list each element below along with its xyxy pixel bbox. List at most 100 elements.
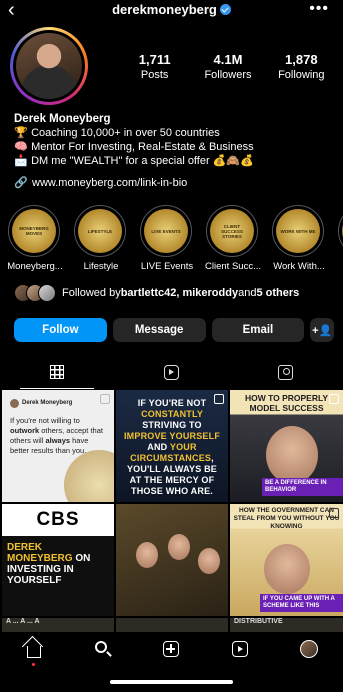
email-button[interactable]: Email bbox=[211, 318, 305, 342]
post-tile[interactable]: HOW TO PROPERLY MODEL SUCCESS BE A DIFFE… bbox=[230, 390, 343, 502]
inbox-icon: 📩 bbox=[14, 155, 28, 167]
grid-icon bbox=[50, 365, 65, 379]
posts-grid: Derek Moneyberg If you're not willing to… bbox=[2, 390, 343, 616]
highlight-work-with-me[interactable]: WORK WITH ME Work With... bbox=[272, 205, 325, 272]
person-image bbox=[198, 548, 220, 574]
post-caption: BE A DIFFERENCE IN BEHAVIOR bbox=[262, 478, 343, 496]
search-icon bbox=[94, 641, 107, 653]
bio-line: 🏆 Coaching 10,000+ in over 50 countries bbox=[14, 126, 334, 140]
follow-button[interactable]: Follow bbox=[14, 318, 107, 342]
highlight-moneyberg[interactable]: MONEYBERG MOVES Moneyberg... bbox=[7, 205, 63, 272]
highlight-lifestyle[interactable]: LIFESTYLE Lifestyle bbox=[74, 205, 127, 272]
tab-tagged[interactable] bbox=[229, 358, 343, 386]
story-highlights: MONEYBERG MOVES Moneyberg... LIFESTYLE L… bbox=[7, 205, 343, 272]
post-tile[interactable]: HOW THE GOVERNMENT CAN STEAL FROM YOU WI… bbox=[230, 504, 343, 616]
stat-followers-label: Followers bbox=[204, 69, 252, 81]
highlight-cover: LIVE EVENTS bbox=[144, 209, 188, 253]
followed-by-names: bartlettc42, mikeroddy bbox=[120, 287, 239, 299]
add-person-icon[interactable]: +👤 bbox=[310, 318, 334, 342]
tagged-icon bbox=[278, 364, 294, 380]
post-text: AND bbox=[147, 442, 170, 452]
stat-following[interactable]: 1,878 Following bbox=[265, 52, 338, 81]
person-image bbox=[168, 534, 190, 560]
profile-avatar[interactable] bbox=[10, 27, 88, 105]
stat-following-value: 1,878 bbox=[285, 52, 318, 67]
display-name: Derek Moneyberg bbox=[14, 113, 111, 125]
post-tile[interactable] bbox=[116, 504, 228, 616]
highlight-label: Client Succ... bbox=[205, 261, 261, 272]
post-headline: HOW THE GOVERNMENT CAN STEAL FROM YOU WI… bbox=[233, 507, 340, 530]
post-caption: IF YOU CAME UP WITH A SCHEME LIKE THIS bbox=[260, 594, 343, 612]
profile-tabs bbox=[0, 358, 343, 389]
followed-by-others: 5 others bbox=[256, 287, 300, 299]
highlight-cover: CLIENT SUCCESS STORIES bbox=[210, 209, 254, 253]
stat-posts[interactable]: 1,711 Posts bbox=[118, 52, 191, 81]
cbs-logo: CBS bbox=[2, 504, 114, 536]
profile-actions: Follow Message Email +👤 bbox=[14, 318, 334, 342]
post-text-highlight: CONSTANTLY bbox=[141, 409, 203, 419]
tab-posts[interactable] bbox=[0, 358, 114, 389]
nav-profile[interactable] bbox=[298, 638, 320, 660]
profile-bio: Derek Moneyberg 🏆 Coaching 10,000+ in ov… bbox=[14, 112, 334, 190]
followed-by[interactable]: Followed by bartlettc42, mikeroddy and 5… bbox=[14, 284, 334, 302]
post-tile-peek[interactable]: A ... A ... A bbox=[2, 618, 114, 632]
profile-username: derekmoneyberg bbox=[0, 2, 343, 17]
highlight-label: Lifestyle bbox=[83, 261, 119, 272]
reel-badge-icon bbox=[329, 394, 339, 404]
coin-graphic bbox=[64, 450, 114, 502]
post-headline: HOW TO PROPERLY MODEL SUCCESS bbox=[244, 393, 329, 413]
stat-following-label: Following bbox=[278, 69, 325, 81]
brain-icon: 🧠 bbox=[14, 141, 28, 153]
reel-badge-icon bbox=[100, 394, 110, 404]
link-icon: 🔗 bbox=[14, 177, 28, 189]
highlight-client-success[interactable]: CLIENT SUCCESS STORIES Client Succ... bbox=[205, 205, 261, 272]
quote-bold: outwork bbox=[10, 426, 40, 435]
highlight-live-events[interactable]: LIVE EVENTS LIVE Events bbox=[140, 205, 193, 272]
post-text: STRIVING TO bbox=[142, 420, 202, 430]
post-author-name: Derek Moneyberg bbox=[22, 400, 73, 406]
quote-bold: always bbox=[45, 436, 71, 445]
highlight-partial[interactable] bbox=[338, 205, 343, 272]
reels-icon bbox=[163, 364, 179, 380]
home-icon bbox=[27, 646, 42, 658]
profile-stats: 1,711 Posts 4.1M Followers 1,878 Followi… bbox=[118, 52, 338, 81]
person-image bbox=[136, 542, 158, 568]
bio-line: 🧠 Mentor For Investing, Real-Estate & Bu… bbox=[14, 140, 334, 154]
nav-reels[interactable] bbox=[229, 638, 251, 660]
create-icon bbox=[163, 641, 180, 657]
bottom-navigation bbox=[0, 632, 343, 692]
mini-avatar bbox=[10, 398, 19, 408]
nav-create[interactable] bbox=[160, 638, 182, 660]
person-image bbox=[266, 426, 318, 484]
stat-posts-value: 1,711 bbox=[138, 52, 171, 67]
more-options-icon[interactable]: ••• bbox=[309, 0, 329, 18]
post-tile[interactable]: CBS DEREK MONEYBERG ON INVESTING IN YOUR… bbox=[2, 504, 114, 616]
bio-link-text[interactable]: www.moneyberg.com/link-in-bio bbox=[32, 176, 187, 190]
bio-line: 📩 DM me "WEALTH" for a special offer 💰🙈💰 bbox=[14, 154, 334, 168]
verified-badge-icon bbox=[219, 4, 231, 15]
post-tile[interactable]: IF YOU'RE NOT CONSTANTLY STRIVING TO IMP… bbox=[116, 390, 228, 502]
bio-link[interactable]: 🔗 www.moneyberg.com/link-in-bio bbox=[14, 176, 334, 190]
post-text-highlight: YOUR CIRCUMSTANCES bbox=[130, 442, 212, 463]
post-tile-peek[interactable]: DISTRIBUTIVE bbox=[230, 618, 343, 632]
tab-reels[interactable] bbox=[114, 358, 228, 386]
highlight-cover: WORK WITH ME bbox=[276, 209, 320, 253]
highlight-label: Work With... bbox=[273, 261, 325, 272]
post-tile-peek[interactable] bbox=[116, 618, 228, 632]
stat-followers-value: 4.1M bbox=[213, 52, 243, 67]
post-text: DEREK MONEYBERG ON INVESTING IN YOURSELF bbox=[2, 536, 114, 586]
bio-line-text: Mentor For Investing, Real-Estate & Busi… bbox=[31, 141, 254, 153]
reel-badge-icon bbox=[329, 508, 339, 518]
bio-line-text: Coaching 10,000+ in over 50 countries bbox=[31, 127, 220, 139]
post-tile[interactable]: Derek Moneyberg If you're not willing to… bbox=[2, 390, 114, 502]
bio-line-text: DM me "WEALTH" for a special offer 💰🙈💰 bbox=[31, 155, 254, 167]
message-button[interactable]: Message bbox=[112, 318, 206, 342]
nav-home[interactable] bbox=[23, 638, 45, 666]
post-text: IF YOU'RE NOT bbox=[137, 398, 207, 408]
stat-posts-label: Posts bbox=[140, 69, 169, 81]
avatar-image bbox=[16, 33, 82, 99]
stat-followers[interactable]: 4.1M Followers bbox=[191, 52, 264, 81]
reels-icon bbox=[232, 641, 249, 657]
highlight-cover: MONEYBERG MOVES bbox=[12, 209, 56, 253]
nav-search[interactable] bbox=[92, 638, 114, 660]
